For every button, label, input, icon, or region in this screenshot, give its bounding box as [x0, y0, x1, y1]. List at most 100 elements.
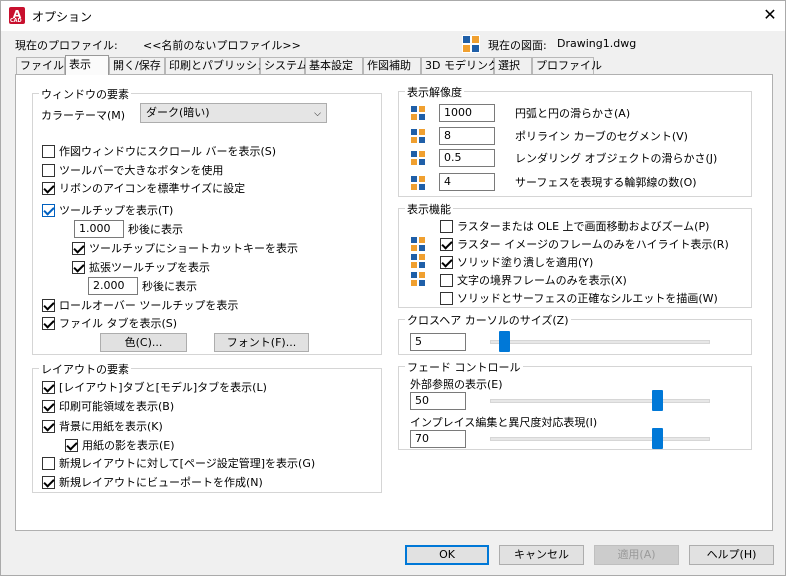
true-silhouettes-label: ソリッドとサーフェスの正確なシルエットを描画(W) [457, 292, 718, 305]
raster-pan-zoom-checkbox[interactable]: ラスターまたは OLE 上で画面移動およびズーム(P) [440, 218, 709, 234]
ok-button[interactable]: OK [405, 545, 489, 565]
polyline-segments-label: ポリライン カーブのセグメント(V) [515, 130, 688, 143]
fade-control-legend: フェード コントロール [405, 359, 523, 375]
checkbox-box[interactable] [440, 237, 453, 251]
tooltips-checkbox[interactable]: ツールチップを表示(T) [42, 202, 173, 218]
checkbox-box[interactable] [42, 298, 55, 312]
checkbox-box[interactable] [42, 475, 55, 489]
tab-selection[interactable]: 選択 [494, 57, 532, 74]
inplace-fade-slider-thumb[interactable] [652, 428, 663, 449]
close-icon[interactable]: ✕ [760, 5, 780, 25]
inplace-fade-input[interactable]: 70 [410, 430, 466, 448]
paper-shadow-label: 用紙の影を表示(E) [82, 439, 175, 452]
current-drawing-label: 現在の図面: [488, 39, 547, 52]
solid-fill-checkbox[interactable]: ソリッド塗り潰しを適用(Y) [440, 254, 593, 270]
window-title: オプション [32, 10, 93, 24]
raster-frame-highlight-label: ラスター イメージのフレームのみをハイライト表示(R) [457, 238, 729, 251]
tab-3d-modeling[interactable]: 3D モデリング [421, 57, 499, 74]
help-button[interactable]: ヘルプ(H) [689, 545, 774, 565]
inplace-fade-slider-track[interactable] [490, 437, 710, 441]
fonts-button[interactable]: フォント(F)... [214, 333, 309, 352]
display-resolution-legend: 表示解像度 [405, 84, 464, 100]
tab-profiles[interactable]: プロファイル [532, 57, 602, 74]
checkbox-box[interactable] [42, 203, 55, 217]
checkbox-box[interactable] [440, 255, 453, 269]
ribbon-icons-checkbox[interactable]: リボンのアイコンを標準サイズに設定 [42, 180, 245, 196]
arc-smoothness-label: 円弧と円の滑らかさ(A) [515, 107, 631, 120]
tab-system[interactable]: システム [260, 57, 308, 74]
scrollbars-checkbox[interactable]: 作図ウィンドウにスクロール バーを表示(S) [42, 143, 276, 159]
crosshair-size-slider-thumb[interactable] [499, 331, 510, 352]
printable-area-checkbox[interactable]: 印刷可能領域を表示(B) [42, 398, 174, 414]
extended-tooltips-checkbox[interactable]: 拡張ツールチップを表示 [72, 259, 210, 275]
checkbox-box[interactable] [42, 181, 55, 195]
checkbox-box[interactable] [42, 419, 55, 433]
tooltip-delay-input[interactable]: 1.000 [74, 220, 124, 238]
paper-background-label: 背景に用紙を表示(K) [59, 420, 163, 433]
paper-shadow-checkbox[interactable]: 用紙の影を表示(E) [65, 437, 175, 453]
rollover-checkbox[interactable]: ロールオーバー ツールチップを表示 [42, 297, 238, 313]
checkbox-box[interactable] [65, 438, 78, 452]
create-viewport-checkbox[interactable]: 新規レイアウトにビューポートを作成(N) [42, 474, 263, 490]
file-tabs-label: ファイル タブを表示(S) [59, 317, 178, 330]
checkbox-box[interactable] [440, 273, 453, 287]
large-buttons-label: ツールバーで大きなボタンを使用 [59, 164, 224, 177]
window-elements-legend: ウィンドウの要素 [39, 86, 131, 102]
drawing-file-icon [411, 176, 425, 190]
tab-drafting[interactable]: 作図補助 [363, 57, 421, 74]
large-buttons-checkbox[interactable]: ツールバーで大きなボタンを使用 [42, 162, 223, 178]
raster-frame-highlight-checkbox[interactable]: ラスター イメージのフレームのみをハイライト表示(R) [440, 236, 729, 252]
xref-fade-label: 外部参照の表示(E) [410, 378, 503, 391]
layout-model-tabs-checkbox[interactable]: [レイアウト]タブと[モデル]タブを表示(L) [42, 379, 267, 395]
checkbox-box[interactable] [42, 144, 55, 158]
file-tabs-checkbox[interactable]: ファイル タブを表示(S) [42, 315, 177, 331]
checkbox-box[interactable] [440, 291, 453, 305]
render-smoothness-label: レンダリング オブジェクトの滑らかさ(J) [515, 152, 718, 165]
colors-button[interactable]: 色(C)... [100, 333, 187, 352]
tab-display[interactable]: 表示 [65, 55, 109, 75]
checkbox-box[interactable] [42, 380, 55, 394]
color-theme-label: カラーテーマ(M) [41, 109, 126, 122]
color-theme-dropdown[interactable]: ダーク(暗い) ⌵ [140, 103, 327, 123]
xref-fade-input[interactable]: 50 [410, 392, 466, 410]
tab-user-preferences[interactable]: 基本設定 [305, 57, 363, 74]
tab-files[interactable]: ファイル [16, 57, 65, 74]
app-logo-icon: A CAD [9, 7, 25, 24]
title-bar [0, 0, 786, 31]
extended-delay-input[interactable]: 2.000 [88, 277, 138, 295]
apply-button[interactable]: 適用(A) [594, 545, 679, 565]
contour-lines-input[interactable]: 4 [439, 173, 495, 191]
drawing-file-icon [411, 129, 425, 143]
xref-fade-slider-track[interactable] [490, 399, 710, 403]
tab-plot-publish[interactable]: 印刷とパブリッシュ [165, 57, 268, 74]
arc-smoothness-input[interactable]: 1000 [439, 104, 495, 122]
text-frame-only-checkbox[interactable]: 文字の境界フレームのみを表示(X) [440, 272, 627, 288]
xref-fade-slider-thumb[interactable] [652, 390, 663, 411]
shortcut-keys-checkbox[interactable]: ツールチップにショートカットキーを表示 [72, 240, 298, 256]
checkbox-box[interactable] [72, 241, 85, 255]
tab-open-save[interactable]: 開く/保存 [109, 57, 165, 74]
inplace-fade-label: インプレイス編集と異尺度対応表現(I) [410, 416, 598, 429]
crosshair-size-input[interactable]: 5 [410, 333, 466, 351]
drawing-file-icon [411, 151, 425, 165]
checkbox-box[interactable] [42, 456, 55, 470]
checkbox-box[interactable] [42, 316, 55, 330]
checkbox-box[interactable] [72, 260, 85, 274]
current-profile-value: <<名前のないプロファイル>> [143, 39, 301, 52]
true-silhouettes-checkbox[interactable]: ソリッドとサーフェスの正確なシルエットを描画(W) [440, 290, 718, 306]
checkbox-box[interactable] [42, 399, 55, 413]
tab-strip: ファイル 表示 開く/保存 印刷とパブリッシュ システム 基本設定 作図補助 3… [16, 55, 616, 75]
crosshair-size-legend: クロスヘア カーソルのサイズ(Z) [405, 312, 571, 328]
drawing-file-icon [411, 254, 425, 268]
scrollbars-label: 作図ウィンドウにスクロール バーを表示(S) [59, 145, 277, 158]
page-setup-manager-checkbox[interactable]: 新規レイアウトに対して[ページ設定管理]を表示(G) [42, 455, 315, 471]
polyline-segments-input[interactable]: 8 [439, 127, 495, 145]
render-smoothness-input[interactable]: 0.5 [439, 149, 495, 167]
paper-background-checkbox[interactable]: 背景に用紙を表示(K) [42, 418, 163, 434]
drawing-file-icon [462, 35, 480, 53]
cancel-button[interactable]: キャンセル [499, 545, 584, 565]
checkbox-box[interactable] [440, 219, 453, 233]
checkbox-box[interactable] [42, 163, 55, 177]
display-performance-legend: 表示機能 [405, 201, 453, 217]
crosshair-size-slider-track[interactable] [490, 340, 710, 344]
